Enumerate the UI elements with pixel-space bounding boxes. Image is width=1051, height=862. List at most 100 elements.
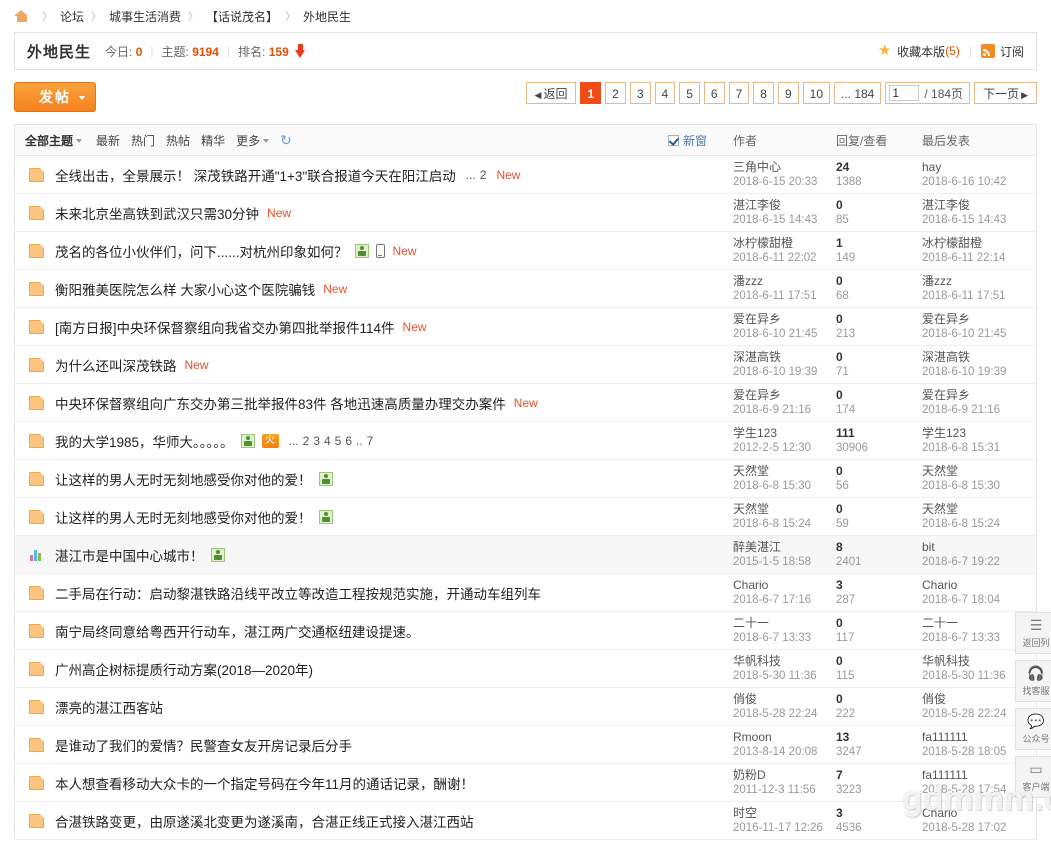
- author-link[interactable]: 奶粉D: [733, 767, 836, 783]
- thread-page-link[interactable]: 6: [345, 434, 352, 448]
- table-row[interactable]: 衡阳雅美医院怎么样 大家小心这个医院骗钱 New 潘zzz 2018-6-11 17:…: [15, 270, 1036, 308]
- pager-page-8[interactable]: 8: [753, 82, 774, 104]
- thread-page-link[interactable]: 2: [303, 434, 310, 448]
- pager-page-4[interactable]: 4: [654, 82, 676, 104]
- thread-title-link[interactable]: 为什么还叫深茂铁路: [55, 355, 177, 375]
- last-poster-link[interactable]: 冰柠檬甜橙: [922, 235, 1026, 251]
- last-poster-link[interactable]: fa111111: [922, 767, 1026, 783]
- pager-page-2[interactable]: 2: [605, 82, 626, 104]
- thread-title-link[interactable]: 合湛铁路变更，由原遂溪北变更为遂溪南，合湛正线正式接入湛江西站: [55, 811, 474, 831]
- breadcrumb-item-city-life[interactable]: 城事生活消费: [109, 8, 181, 25]
- thread-page-link[interactable]: ...: [289, 434, 299, 448]
- table-row[interactable]: 茂名的各位小伙伴们，问下......对杭州印象如何？ New 冰柠檬甜橙 2018-6…: [15, 232, 1036, 270]
- author-link[interactable]: Chario: [733, 577, 836, 593]
- thread-page-link[interactable]: 7: [367, 434, 374, 448]
- thread-title-link[interactable]: 广州高企树标提质行动方案(2018—2020年): [55, 659, 313, 679]
- author-link[interactable]: 天然堂: [733, 501, 836, 517]
- table-row[interactable]: 湛江市是中国中心城市！ 醉美湛江 2015-1-5 18:58 8 2401 bit 201…: [15, 536, 1036, 574]
- table-row[interactable]: 合湛铁路变更，由原遂溪北变更为遂溪南，合湛正线正式接入湛江西站 时空 2016-11…: [15, 802, 1036, 840]
- breadcrumb-item-current[interactable]: 外地民生: [303, 8, 351, 25]
- table-row[interactable]: 漂亮的湛江西客站 俏俊 2018-5-28 22:24 0 222 俏俊 2018-5-28…: [15, 688, 1036, 726]
- home-icon[interactable]: [14, 9, 29, 23]
- last-poster-link[interactable]: 天然堂: [922, 501, 1026, 517]
- last-poster-link[interactable]: hay: [922, 159, 1026, 175]
- author-link[interactable]: 天然堂: [733, 463, 836, 479]
- author-link[interactable]: 潘zzz: [733, 273, 836, 289]
- thread-title-link[interactable]: 湛江市是中国中心城市！: [55, 545, 204, 565]
- last-poster-link[interactable]: 俏俊: [922, 691, 1026, 707]
- breadcrumb-item-maoming[interactable]: 【话说茂名】: [206, 8, 278, 25]
- last-poster-link[interactable]: bit: [922, 539, 1026, 555]
- author-link[interactable]: 俏俊: [733, 691, 836, 707]
- new-window-toggle[interactable]: 新窗: [667, 132, 707, 149]
- thread-title-link[interactable]: 未来北京坐高铁到武汉只需30分钟: [55, 203, 259, 223]
- pager-jump-input[interactable]: [889, 85, 920, 101]
- subscribe-link[interactable]: 订阅: [1000, 43, 1024, 60]
- thread-page-link[interactable]: 4: [324, 434, 331, 448]
- table-row[interactable]: [南方日报]中央环保督察组向我省交办第四批举报件114件 New 爱在异乡 2018-…: [15, 308, 1036, 346]
- new-window-checkbox[interactable]: [667, 134, 679, 146]
- rss-icon[interactable]: [980, 44, 995, 58]
- author-link[interactable]: 华帆科技: [733, 653, 836, 669]
- mobile-app-button[interactable]: ▭ 客户端: [1015, 756, 1051, 798]
- thread-page-link[interactable]: ..: [356, 434, 363, 448]
- breadcrumb-item-forum[interactable]: 论坛: [60, 8, 84, 25]
- favorite-forum-link[interactable]: 收藏本版: [897, 43, 945, 60]
- author-link[interactable]: Rmoon: [733, 729, 836, 745]
- pager-page-1[interactable]: 1: [580, 82, 602, 104]
- last-poster-link[interactable]: 深湛高铁: [922, 349, 1026, 365]
- last-poster-link[interactable]: Chario: [922, 805, 1026, 821]
- thread-title-link[interactable]: 我的大学1985，华师大。。。。。: [55, 431, 234, 451]
- thread-title-link[interactable]: 本人想查看移动大众卡的一个指定号码在今年11月的通话记录，酬谢！: [55, 773, 474, 793]
- last-poster-link[interactable]: 潘zzz: [922, 273, 1026, 289]
- last-poster-link[interactable]: 天然堂: [922, 463, 1026, 479]
- filter-more[interactable]: 更多: [236, 132, 270, 149]
- filter-hot[interactable]: 热帖: [166, 132, 190, 149]
- thread-title-link[interactable]: 是谁动了我们的爱情？民警查女友开房记录后分手: [55, 735, 352, 755]
- author-link[interactable]: 湛江李俊: [733, 197, 836, 213]
- table-row[interactable]: 广州高企树标提质行动方案(2018—2020年) 华帆科技 2018-5-30 11…: [15, 650, 1036, 688]
- author-link[interactable]: 时空: [733, 805, 836, 821]
- table-row[interactable]: 为什么还叫深茂铁路 New 深湛高铁 2018-6-10 19:39 0 71 深湛高铁 20…: [15, 346, 1036, 384]
- last-poster-link[interactable]: 湛江李俊: [922, 197, 1026, 213]
- table-row[interactable]: 中央环保督察组向广东交办第三批举报件83件 各地迅速高质量办理交办案件 New 爱在…: [15, 384, 1036, 422]
- pager-page-6[interactable]: 6: [703, 82, 725, 104]
- thread-title-link[interactable]: 中央环保督察组向广东交办第三批举报件83件 各地迅速高质量办理交办案件: [55, 393, 506, 413]
- last-poster-link[interactable]: 爱在异乡: [922, 311, 1026, 327]
- thread-title-link[interactable]: 南宁局终同意给粤西开行动车，湛江两广交通枢纽建设提速。: [55, 621, 420, 641]
- table-row[interactable]: 我的大学1985，华师大。。。。。火... 2 3 4 5 6.. 7 学生123 2012-2…: [15, 422, 1036, 460]
- new-post-button[interactable]: 发帖: [14, 82, 96, 112]
- thread-page-link[interactable]: ...: [466, 168, 476, 182]
- thread-page-link[interactable]: 5: [335, 434, 342, 448]
- table-row[interactable]: 让这样的男人无时无刻地感受你对他的爱！ 天然堂 2018-6-8 15:30 0 56 天…: [15, 460, 1036, 498]
- thread-title-link[interactable]: 让这样的男人无时无刻地感受你对他的爱！: [55, 469, 312, 489]
- last-poster-link[interactable]: 学生123: [922, 425, 1026, 441]
- customer-service-button[interactable]: 🎧 找客服: [1015, 660, 1051, 702]
- author-link[interactable]: 冰柠檬甜橙: [733, 235, 836, 251]
- table-row[interactable]: 本人想查看移动大众卡的一个指定号码在今年11月的通话记录，酬谢！ 奶粉D 2011-…: [15, 764, 1036, 802]
- pager-next-button[interactable]: 下一页 ▶: [974, 82, 1037, 104]
- author-link[interactable]: 爱在异乡: [733, 311, 836, 327]
- thread-page-link[interactable]: 3: [313, 434, 320, 448]
- pager-page-7[interactable]: 7: [728, 82, 750, 104]
- thread-title-link[interactable]: [南方日报]中央环保督察组向我省交办第四批举报件114件: [55, 317, 395, 337]
- table-row[interactable]: 是谁动了我们的爱情？民警查女友开房记录后分手 Rmoon 2013-8-14 20:…: [15, 726, 1036, 764]
- last-poster-link[interactable]: 二十一: [922, 615, 1026, 631]
- author-link[interactable]: 深湛高铁: [733, 349, 836, 365]
- pager-page-5[interactable]: 5: [679, 82, 700, 104]
- table-row[interactable]: 南宁局终同意给粤西开行动车，湛江两广交通枢纽建设提速。 二十一 2018-6-7 1…: [15, 612, 1036, 650]
- last-poster-link[interactable]: fa111111: [922, 729, 1026, 745]
- filter-all-topics[interactable]: 全部主题: [25, 132, 83, 149]
- thread-page-link[interactable]: 2: [480, 168, 487, 182]
- thread-title-link[interactable]: 漂亮的湛江西客站: [55, 697, 163, 717]
- filter-digest[interactable]: 精华: [201, 132, 225, 149]
- thread-title-link[interactable]: 二手局在行动：启动黎湛铁路沿线平改立等改造工程按规范实施，开通动车组列车: [55, 583, 541, 603]
- thread-title-link[interactable]: 衡阳雅美医院怎么样 大家小心这个医院骗钱: [55, 279, 315, 299]
- wechat-official-button[interactable]: 💬 公众号: [1015, 708, 1051, 750]
- pager-page-3[interactable]: 3: [629, 82, 651, 104]
- author-link[interactable]: 醉美湛江: [733, 539, 836, 555]
- table-row[interactable]: 二手局在行动：启动黎湛铁路沿线平改立等改造工程按规范实施，开通动车组列车 Char…: [15, 574, 1036, 612]
- author-link[interactable]: 爱在异乡: [733, 387, 836, 403]
- pager-back-button[interactable]: ◀ 返回: [525, 82, 577, 104]
- filter-popular[interactable]: 热门: [131, 132, 155, 149]
